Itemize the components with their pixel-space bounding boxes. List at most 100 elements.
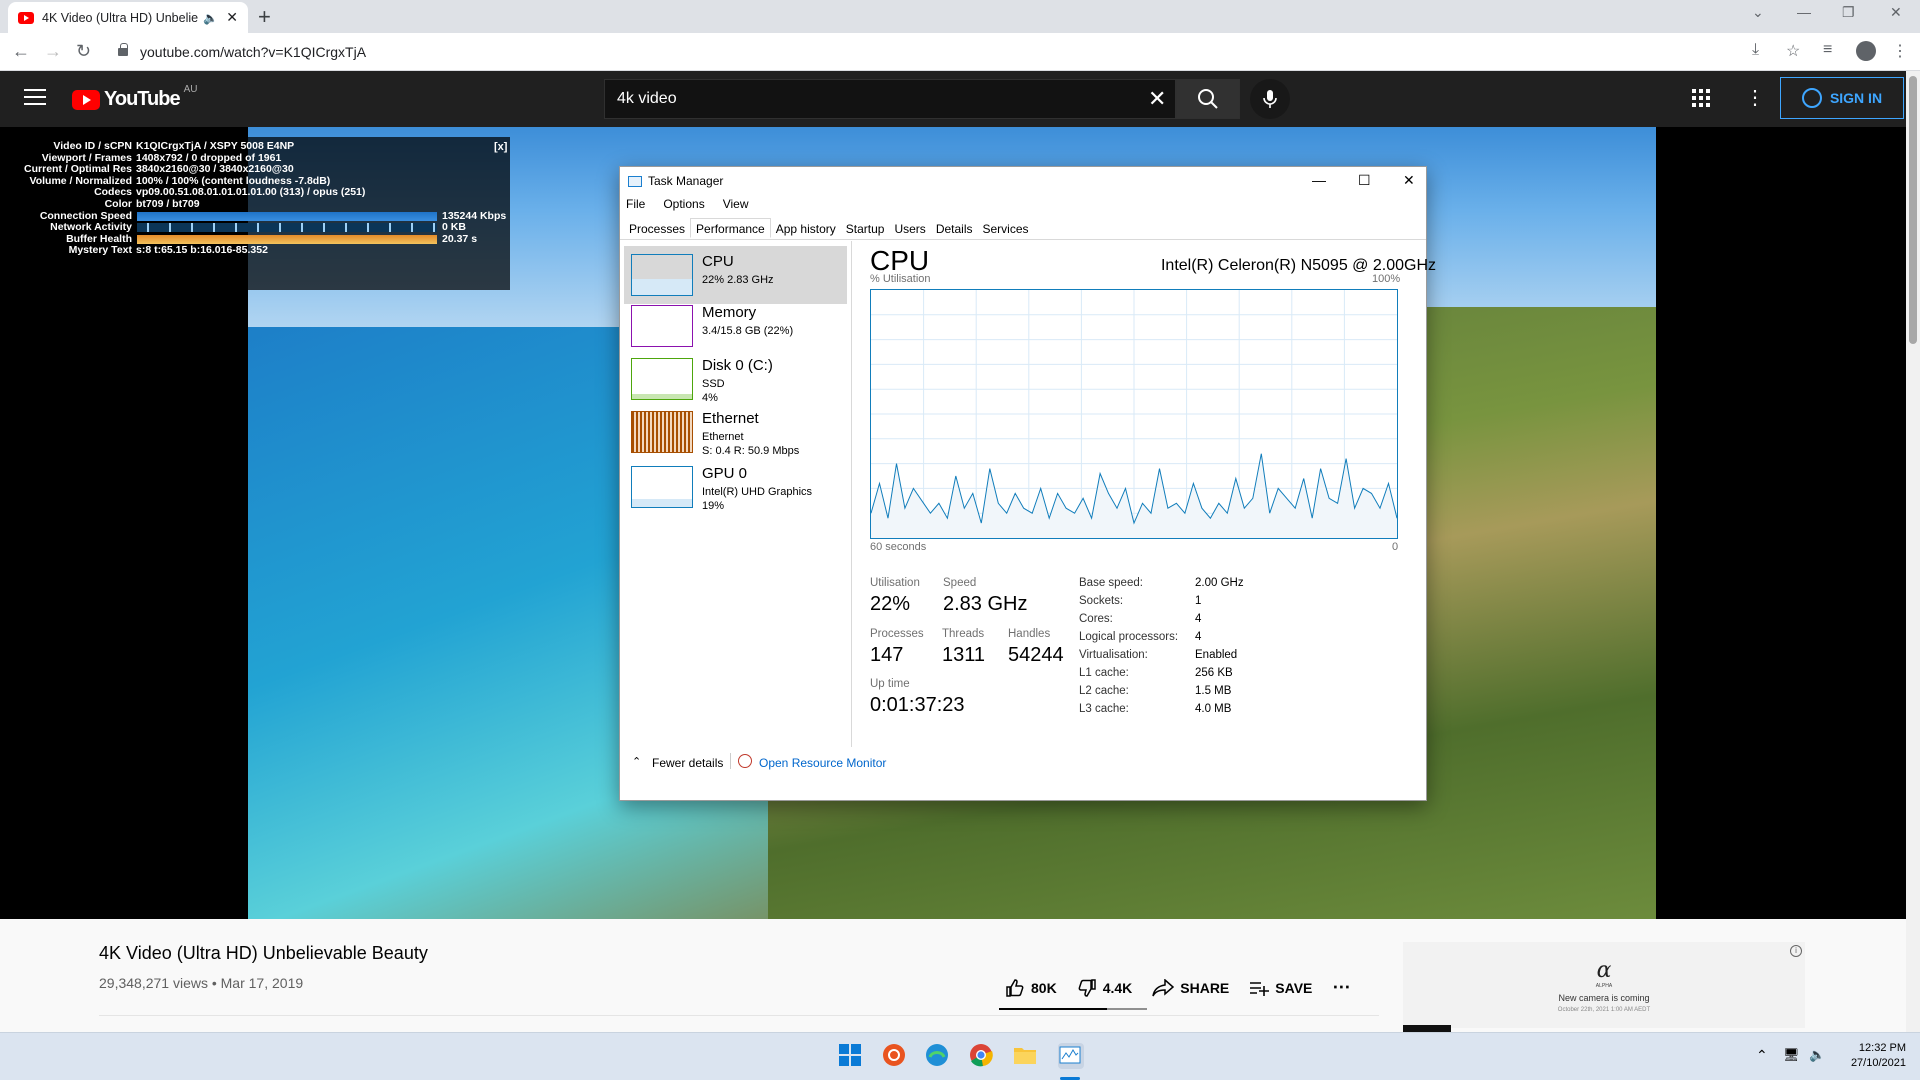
edge-browser-icon[interactable]	[925, 1043, 951, 1069]
close-tab-icon[interactable]: ✕	[226, 9, 238, 26]
volume-icon[interactable]: 🔈	[1809, 1047, 1825, 1063]
fewer-details-link[interactable]: Fewer details	[652, 756, 723, 770]
share-label: SHARE	[1180, 979, 1230, 996]
clock[interactable]: 12:32 PM 27/10/2021	[1851, 1041, 1906, 1071]
search-icon	[1198, 89, 1218, 109]
more-actions-button[interactable]: ⋯	[1332, 977, 1350, 998]
forward-icon[interactable]: →	[44, 41, 62, 62]
stats-label: Codecs	[94, 186, 132, 199]
profile-avatar-icon[interactable]	[1856, 41, 1876, 61]
stats-label: Mystery Text	[68, 244, 132, 257]
sidebar-item-name: GPU 0	[702, 465, 748, 482]
install-icon[interactable]: ⤓	[1752, 41, 1759, 59]
sign-in-button[interactable]: SIGN IN	[1780, 77, 1904, 119]
task-manager-titlebar[interactable]: Task Manager — ☐ ✕	[620, 167, 1426, 197]
network-icon[interactable]: 🖥	[1783, 1047, 1800, 1063]
search-button[interactable]	[1176, 79, 1240, 119]
spec-value: 2.00 GHz	[1195, 577, 1244, 589]
clock-time: 12:32 PM	[1858, 1042, 1906, 1054]
reload-icon[interactable]: ↻	[76, 41, 91, 62]
stats-label: Viewport / Frames	[41, 151, 132, 164]
resource-sidebar: CPU 22% 2.83 GHz Memory 3.4/15.8 GB (22%) Di…	[620, 241, 852, 747]
dislike-button[interactable]: 4.4K	[1077, 978, 1132, 998]
back-icon[interactable]: ←	[12, 41, 30, 62]
stat-value: 2.83 GHz	[943, 593, 1028, 615]
youtube-logo[interactable]: YouTube AU	[72, 84, 197, 111]
minimize-button[interactable]: —	[1797, 4, 1811, 20]
tab-details[interactable]: Details	[931, 220, 978, 239]
clear-search-icon[interactable]: ✕	[1148, 86, 1166, 112]
task-manager-icon	[628, 176, 642, 187]
sidebar-item-memory[interactable]: Memory 3.4/15.8 GB (22%)	[624, 297, 847, 355]
close-window-button[interactable]: ✕	[1890, 4, 1902, 21]
sidebar-item-detail: Intel(R) UHD Graphics	[702, 486, 813, 498]
tm-maximize-button[interactable]: ☐	[1358, 172, 1371, 189]
footer-divider	[730, 753, 731, 769]
menu-file[interactable]: File	[626, 197, 645, 211]
page-scrollbar-thumb[interactable]	[1909, 76, 1917, 344]
chrome-browser-icon[interactable]	[969, 1043, 995, 1069]
restore-button[interactable]: ❐	[1842, 4, 1855, 21]
share-button[interactable]: SHARE	[1152, 978, 1230, 997]
save-label: SAVE	[1275, 979, 1313, 996]
ad-banner[interactable]: α ALPHA New camera is coming October 22t…	[1403, 942, 1805, 1028]
related-video-thumbnail[interactable]	[1403, 1025, 1451, 1032]
like-button[interactable]: 80K	[1005, 978, 1057, 998]
task-manager-taskbar-icon[interactable]	[1058, 1043, 1084, 1069]
stat-value: 147	[870, 644, 904, 666]
sidebar-item-gpu-0[interactable]: GPU 0 Intel(R) UHD Graphics 19%	[624, 458, 847, 516]
tab-startup[interactable]: Startup	[841, 220, 890, 239]
menu-bar: File Options View	[626, 197, 749, 211]
microphone-icon	[1263, 90, 1277, 108]
spec-value: Enabled	[1195, 649, 1238, 661]
sidebar-item-cpu[interactable]: CPU 22% 2.83 GHz	[624, 246, 847, 304]
tab-users[interactable]: Users	[889, 220, 930, 239]
chrome-menu-icon[interactable]: ⋮	[1892, 41, 1908, 61]
hamburger-menu-icon[interactable]	[24, 89, 46, 105]
ad-info-icon[interactable]: i	[1790, 945, 1802, 957]
graph-x-end: 0	[1392, 541, 1399, 553]
new-tab-button[interactable]: +	[258, 4, 271, 30]
tab-processes[interactable]: Processes	[624, 220, 690, 239]
search-input[interactable]: 4k video	[604, 79, 1176, 119]
chevron-up-icon[interactable]: ⌃	[632, 755, 641, 768]
tab-services[interactable]: Services	[978, 220, 1034, 239]
stats-value: 135244 Kbps	[442, 209, 507, 222]
browser-tab[interactable]: 4K Video (Ultra HD) Unbelie 🔈 ✕	[8, 2, 248, 33]
start-button-icon[interactable]	[838, 1043, 864, 1069]
ad-date: October 22th, 2021 1:00 AM AEDT	[1557, 1006, 1651, 1013]
apps-grid-icon[interactable]	[1692, 89, 1710, 107]
stats-close-button[interactable]: [x]	[494, 141, 507, 153]
menu-options[interactable]: Options	[663, 197, 704, 211]
video-meta: 29,348,271 views • Mar 17, 2019	[99, 975, 304, 991]
open-resource-monitor-link[interactable]: Open Resource Monitor	[759, 756, 886, 770]
sidebar-item-ethernet[interactable]: Ethernet Ethernet S: 0.4 R: 50.9 Mbps	[624, 403, 847, 461]
ubuntu-icon[interactable]	[882, 1043, 908, 1069]
save-button[interactable]: SAVE	[1249, 980, 1312, 996]
sign-in-label: SIGN IN	[1829, 90, 1883, 106]
show-hidden-icons-chevron[interactable]: ⌃	[1756, 1047, 1768, 1064]
tab-app-history[interactable]: App history	[771, 220, 841, 239]
speaker-icon[interactable]: 🔈	[203, 11, 218, 25]
voice-search-button[interactable]	[1250, 79, 1290, 119]
tm-minimize-button[interactable]: —	[1312, 172, 1326, 188]
sidebar-item-disk-0-c[interactable]: Disk 0 (C:) SSD 4%	[624, 350, 847, 408]
spec-label: Base speed:	[1079, 577, 1143, 589]
bookmark-star-icon[interactable]: ☆	[1786, 41, 1800, 61]
tab-search-icon[interactable]: ⌄	[1752, 4, 1764, 21]
youtube-header: YouTube AU 4k video ✕ ⋮ SIGN IN	[0, 71, 1906, 127]
stats-net-bar	[137, 223, 437, 233]
stat-label: Processes	[870, 628, 924, 640]
tab-performance[interactable]: Performance	[690, 218, 771, 238]
menu-view[interactable]: View	[723, 197, 749, 211]
file-explorer-icon[interactable]	[1013, 1043, 1039, 1069]
media-control-icon[interactable]: ≡	[1823, 41, 1832, 59]
thumbs-down-icon	[1078, 978, 1096, 997]
more-horizontal-icon: ⋯	[1332, 977, 1351, 997]
tm-close-button[interactable]: ✕	[1403, 172, 1415, 189]
address-bar[interactable]: youtube.com/watch?v=K1QICrgxTjA	[110, 37, 1740, 67]
browser-toolbar: ← → ↻ youtube.com/watch?v=K1QICrgxTjA ⤓ …	[0, 33, 1920, 71]
lock-icon[interactable]	[118, 43, 128, 56]
stat-value: 22%	[870, 593, 911, 615]
settings-more-icon[interactable]: ⋮	[1745, 85, 1765, 110]
